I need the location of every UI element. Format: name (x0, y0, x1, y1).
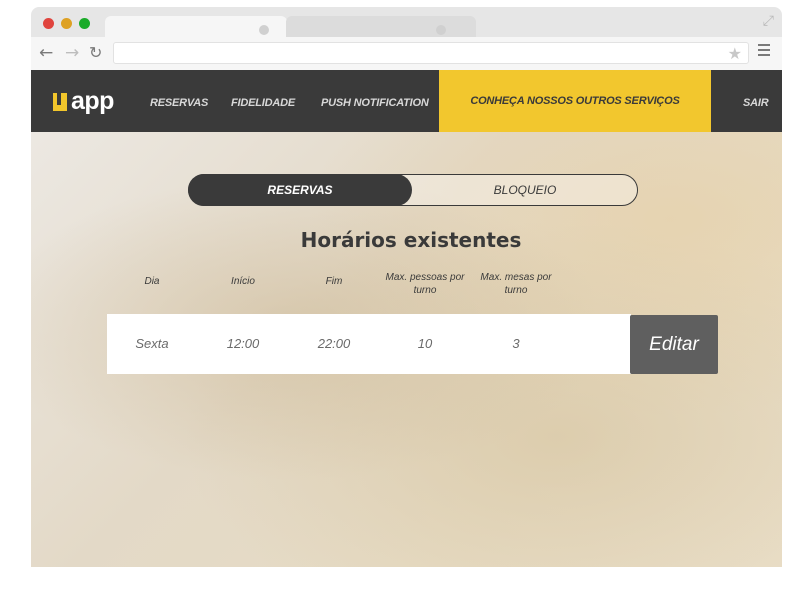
tab-reservas-label: RESERVAS (267, 183, 333, 197)
column-header-max-mesas: Max. mesas por turno (480, 272, 552, 296)
star-icon[interactable]: ★ (728, 44, 742, 63)
site-header: app RESERVAS FIDELIDADE PUSH NOTIFICATIO… (31, 70, 782, 132)
main-content: RESERVAS BLOQUEIO Horários existentes Di… (31, 132, 782, 567)
tab-bloqueio-label: BLOQUEIO (493, 183, 557, 197)
cell-max-pessoas: 10 (417, 336, 433, 351)
column-header-inicio: Início (231, 276, 255, 287)
reload-icon[interactable]: ↻ (89, 43, 102, 62)
logo-mark-icon (53, 92, 67, 111)
logout-link[interactable]: SAIR (743, 97, 769, 109)
logo-text: app (71, 87, 114, 115)
nav-fidelidade[interactable]: FIDELIDADE (231, 97, 295, 109)
column-header-max-pessoas: Max. pessoas por turno (385, 272, 465, 296)
other-services-button[interactable]: CONHEÇA NOSSOS OUTROS SERVIÇOS (439, 70, 711, 132)
cell-inicio: 12:00 (226, 336, 260, 351)
cell-max-mesas: 3 (512, 336, 520, 351)
cell-dia: Sexta (135, 336, 169, 351)
tab-close-icon[interactable] (259, 25, 269, 35)
logo[interactable]: app (53, 87, 114, 116)
tab-reservas[interactable]: RESERVAS (188, 174, 412, 206)
browser-window: ⤢ ← → ↻ ★ app RESERVAS FIDELIDADE PUSH N… (31, 7, 782, 567)
nav-push-notification[interactable]: PUSH NOTIFICATION (321, 97, 429, 109)
forward-arrow-icon[interactable]: → (65, 43, 79, 63)
page-title: Horários existentes (300, 228, 522, 252)
browser-toolbar: ← → ↻ ★ (31, 37, 782, 70)
other-services-label: CONHEÇA NOSSOS OUTROS SERVIÇOS (470, 95, 680, 107)
minimize-window-button[interactable] (61, 18, 72, 29)
back-arrow-icon[interactable]: ← (39, 43, 53, 63)
nav-reservas[interactable]: RESERVAS (150, 97, 208, 109)
tab-bloqueio[interactable]: BLOQUEIO (413, 175, 637, 205)
close-window-button[interactable] (43, 18, 54, 29)
menu-icon[interactable] (758, 44, 770, 59)
cell-fim: 22:00 (317, 336, 351, 351)
expand-icon[interactable]: ⤢ (763, 13, 774, 29)
maximize-window-button[interactable] (79, 18, 90, 29)
tab-close-icon[interactable] (436, 25, 446, 35)
edit-button-label: Editar (649, 333, 699, 355)
window-controls (43, 18, 90, 29)
edit-button[interactable]: Editar (630, 315, 718, 374)
column-header-fim: Fim (325, 276, 343, 287)
address-bar[interactable]: ★ (113, 42, 749, 64)
column-header-dia: Dia (144, 276, 160, 287)
table-row: Sexta 12:00 22:00 10 3 (107, 314, 631, 374)
reservation-mode-toggle: RESERVAS BLOQUEIO (188, 174, 638, 206)
